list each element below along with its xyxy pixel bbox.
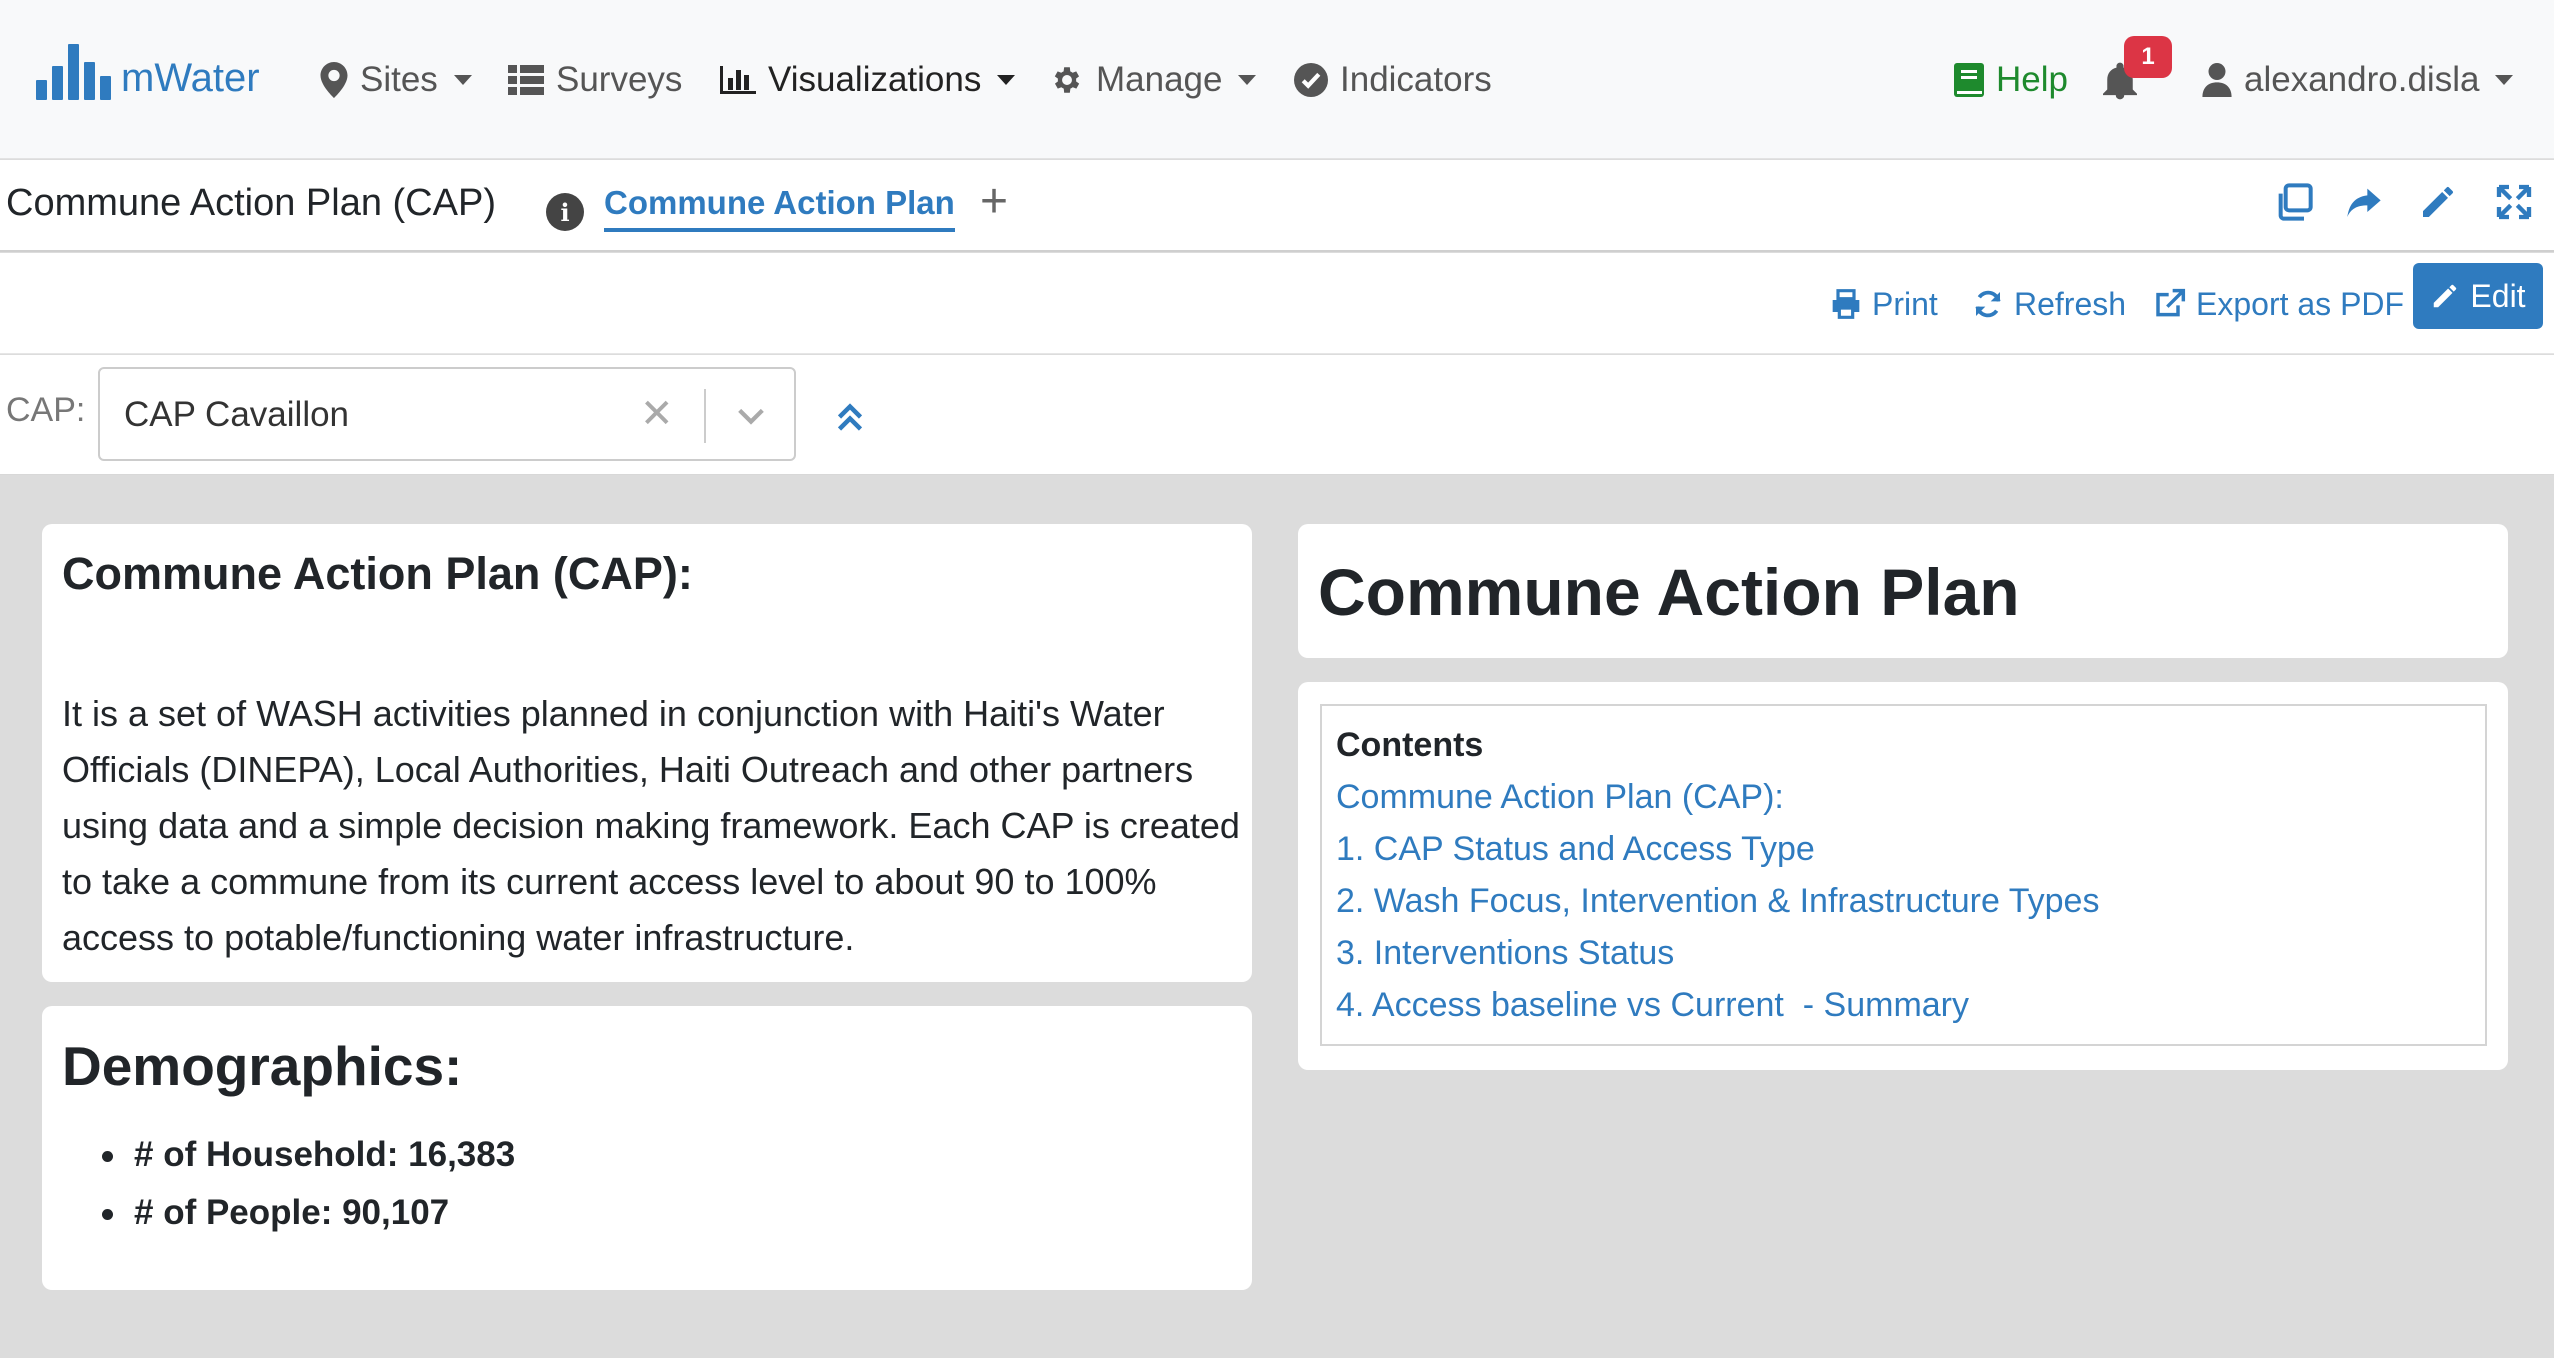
book-icon [1954,63,1984,97]
nav-indicators[interactable]: Indicators [1294,52,1492,108]
refresh-label: Refresh [2014,285,2127,322]
user-menu[interactable]: alexandro.disla [2202,52,2514,108]
mwater-logo-icon [36,44,111,100]
collapse-filters-icon[interactable] [832,399,868,435]
map-marker-icon [320,62,348,98]
toc-link-interventions-status[interactable]: 3. Interventions Status [1336,934,1674,973]
nav-visualizations[interactable]: Visualizations [720,52,1016,108]
cap-description-widget: Commune Action Plan (CAP): It is a set o… [42,524,1252,982]
export-pdf-label: Export as PDF [2196,285,2405,322]
tab-commune-action-plan[interactable]: Commune Action Plan [604,184,955,232]
dashboard-actionbar: Print Refresh Export as PDF Edit [0,253,2554,354]
toc-link-status-access[interactable]: 1. CAP Status and Access Type [1336,830,1815,869]
bar-chart-icon [720,66,756,94]
duplicate-icon[interactable] [2274,182,2314,222]
pencil-icon[interactable] [2418,182,2458,222]
dashboard-tabbar: Commune Action Plan (CAP) i Commune Acti… [0,160,2554,252]
brand-logo[interactable]: mWater [36,40,260,100]
demographics-widget: Demographics: # of Household: 16,383 # o… [42,1006,1252,1290]
nav-manage-label: Manage [1096,60,1223,99]
nav-manage[interactable]: Manage [1050,52,1257,108]
user-icon [2202,63,2232,97]
demographics-heading: Demographics: [62,1035,463,1097]
cap-select-value: CAP Cavaillon [124,395,350,434]
nav-surveys-label: Surveys [556,60,683,99]
dashboard-title: Commune Action Plan (CAP) [6,182,496,224]
toc-link-wash-focus[interactable]: 2. Wash Focus, Intervention & Infrastruc… [1336,882,2099,921]
title-widget: Commune Action Plan [1298,524,2508,658]
external-link-icon [2156,288,2186,317]
brand-name: mWater [121,56,260,100]
nav-sites-label: Sites [360,60,438,99]
demographics-people: # of People: 90,107 [62,1184,515,1242]
select-separator [704,389,706,443]
print-button[interactable]: Print [1830,279,1938,329]
edit-button[interactable]: Edit [2413,263,2543,329]
add-tab-plus-icon[interactable]: + [980,174,1008,229]
cap-heading: Commune Action Plan (CAP): [62,548,693,599]
share-icon[interactable] [2344,182,2384,222]
toc-link-access-summary[interactable]: 4. Access baseline vs Current - Summary [1336,986,1969,1025]
nav-sites[interactable]: Sites [320,52,472,108]
user-name: alexandro.disla [2244,60,2480,99]
toc-widget: Contents Commune Action Plan (CAP): 1. C… [1298,682,2508,1070]
page-title: Commune Action Plan [1318,555,2020,629]
cap-filter-label: CAP: [6,391,86,429]
nav-indicators-label: Indicators [1340,60,1492,99]
expand-icon[interactable] [2494,182,2534,222]
print-label: Print [1872,285,1938,322]
cap-select[interactable]: CAP Cavaillon ✕ [98,367,796,461]
nav-help-label: Help [1996,60,2068,99]
caret-down-icon [1238,75,1257,85]
info-icon[interactable]: i [546,193,584,231]
edit-label: Edit [2470,277,2526,314]
toc-box: Contents Commune Action Plan (CAP): 1. C… [1320,704,2487,1046]
gear-icon [1054,67,1080,93]
pencil-icon [2434,284,2457,308]
nav-help[interactable]: Help [1954,52,2068,108]
demographics-list: # of Household: 16,383 # of People: 90,1… [62,1126,515,1242]
clear-icon[interactable]: ✕ [640,391,674,437]
refresh-icon [1975,290,2001,318]
caret-down-icon [2495,75,2514,85]
nav-visualizations-label: Visualizations [768,60,982,99]
caret-down-icon [997,75,1016,85]
toc-link-cap[interactable]: Commune Action Plan (CAP): [1336,778,1784,817]
cap-description-text: It is a set of WASH activities planned i… [62,693,1240,958]
table-list-icon [508,65,544,95]
notification-count-badge: 1 [2124,36,2172,78]
chevron-down-icon[interactable] [734,399,768,433]
filter-bar: CAP: CAP Cavaillon ✕ [0,355,2554,475]
nav-surveys[interactable]: Surveys [508,52,682,108]
check-circle-icon [1294,63,1328,97]
top-navbar: mWater Sites Surveys Visualizations Mana… [0,0,2554,159]
caret-down-icon [453,75,472,85]
export-pdf-button[interactable]: Export as PDF [2154,279,2404,329]
toc-heading: Contents [1336,726,1484,764]
print-icon [1832,289,1860,319]
demographics-households: # of Household: 16,383 [62,1126,515,1184]
refresh-button[interactable]: Refresh [1972,279,2126,329]
